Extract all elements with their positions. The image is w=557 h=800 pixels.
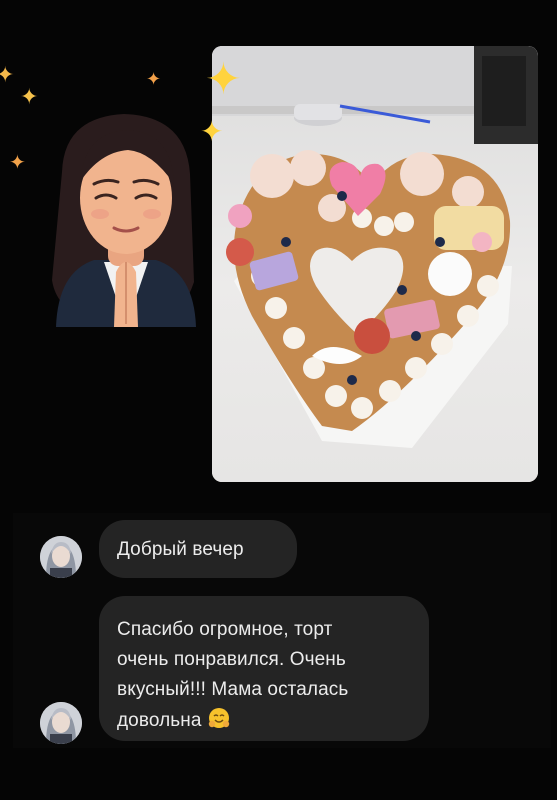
message-bubble[interactable]: Спасибо огромное, торт очень понравился.…	[99, 596, 429, 741]
cake-photo[interactable]	[212, 46, 538, 482]
avatar[interactable]	[40, 536, 82, 578]
message-text: очень понравился. Очень	[117, 649, 346, 670]
hugging-face-icon	[208, 707, 230, 729]
avatar[interactable]	[40, 702, 82, 744]
message-text: Спасибо огромное, торт	[117, 619, 333, 640]
message-bubble[interactable]: Добрый вечер	[99, 520, 297, 578]
message-text-last: довольна	[117, 707, 230, 733]
memoji-sticker[interactable]	[44, 112, 209, 330]
sparkle-icon: ✦	[20, 84, 39, 109]
bottom-area	[0, 748, 557, 800]
message-text: вкусный!!! Мама осталась	[117, 679, 349, 700]
sparkle-icon: ✦	[9, 152, 26, 174]
sparkle-icon: ✦	[146, 69, 162, 89]
sparkle-icon: ✦	[200, 116, 224, 147]
message-text: Добрый вечер	[117, 539, 244, 560]
sparkle-icon: ✦	[0, 62, 15, 87]
sparkle-icon: ✦	[205, 55, 242, 104]
message-text: довольна	[117, 710, 202, 731]
